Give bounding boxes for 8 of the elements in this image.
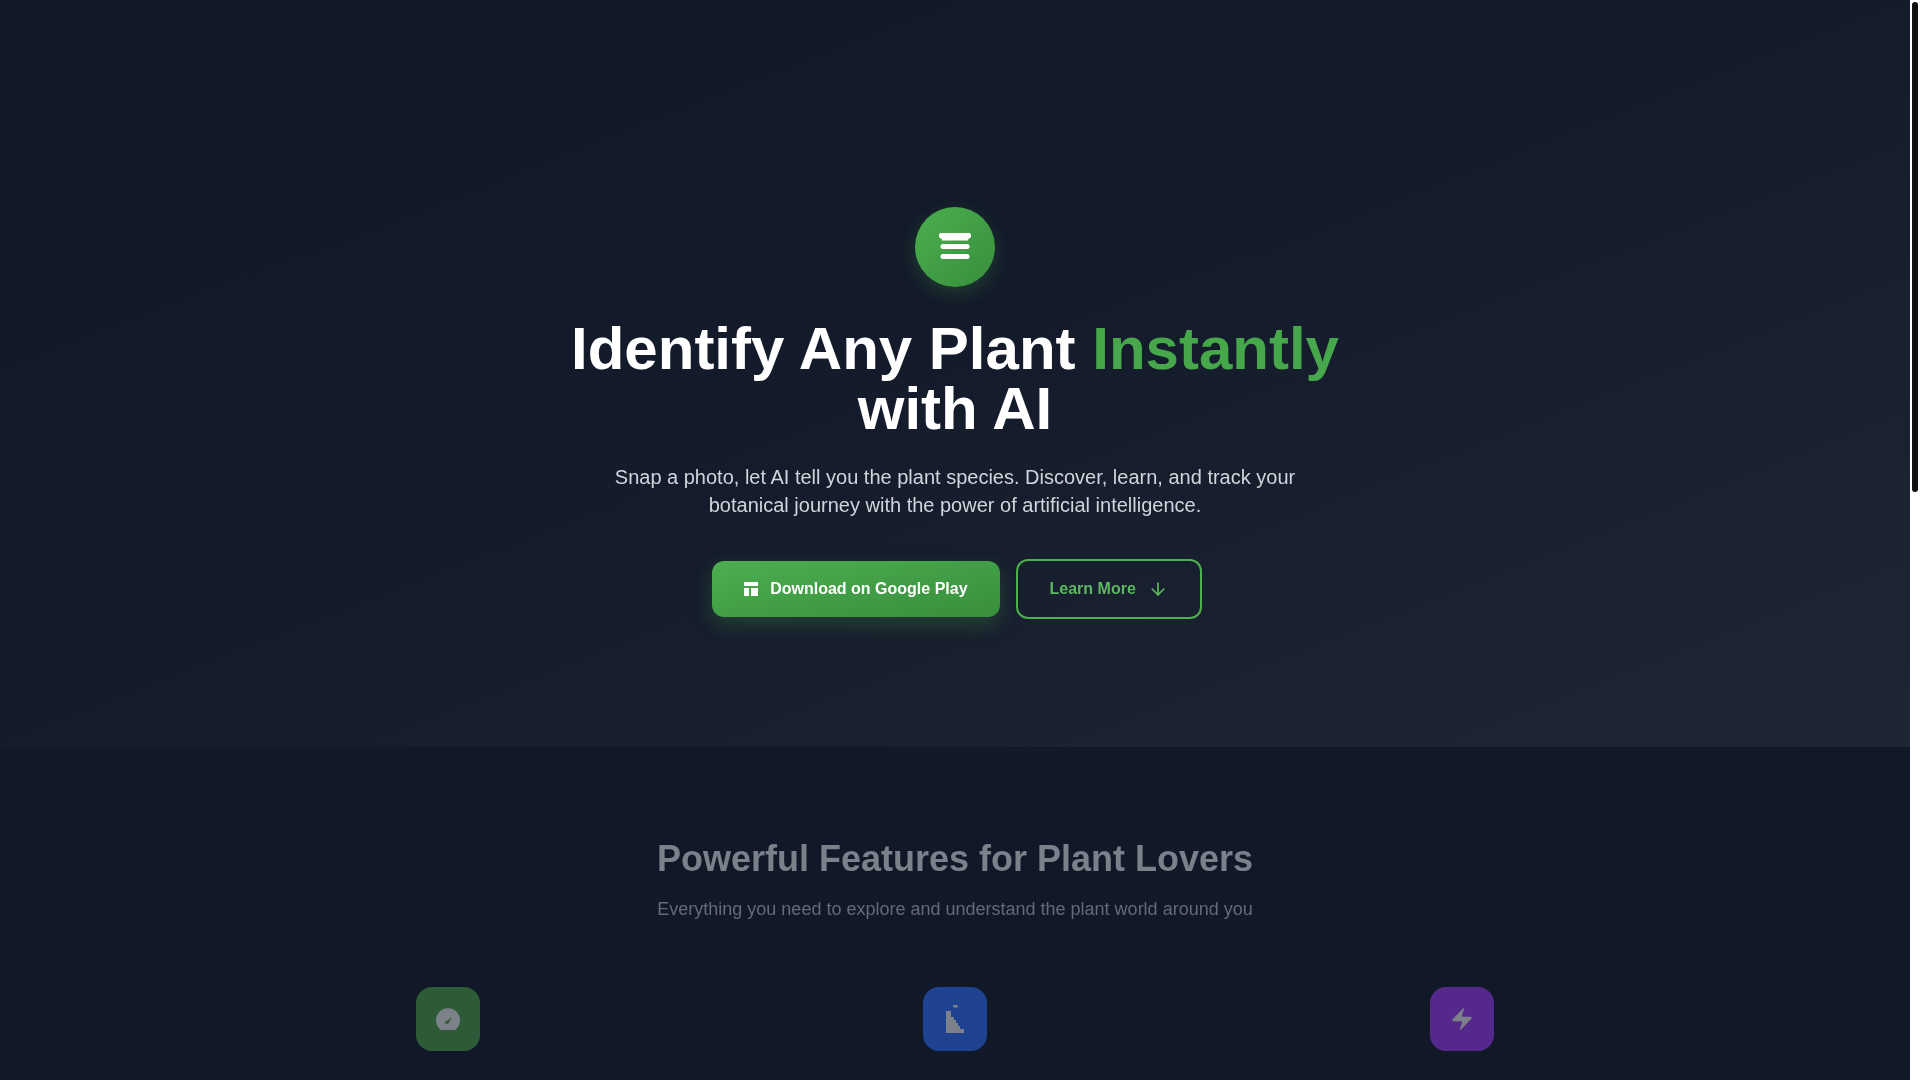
scrollbar-thumb[interactable]	[1912, 2, 1918, 492]
hero-heading: Identify Any Plant Instantly with AI	[570, 319, 1340, 439]
layout-icon	[744, 582, 759, 596]
download-button[interactable]: Download on Google Play	[712, 561, 1000, 617]
learn-more-button[interactable]: Learn More	[1015, 559, 1202, 619]
features-subtitle: Everything you need to explore and understand the plant world around you	[657, 898, 1253, 921]
hero-description: Snap a photo, let AI tell you the plant species. Discover, learn, and track your botanical journey with the power of artificial intelligence.	[613, 465, 1297, 518]
features-heading: Powerful Features for Plant Lovers	[656, 839, 1254, 879]
